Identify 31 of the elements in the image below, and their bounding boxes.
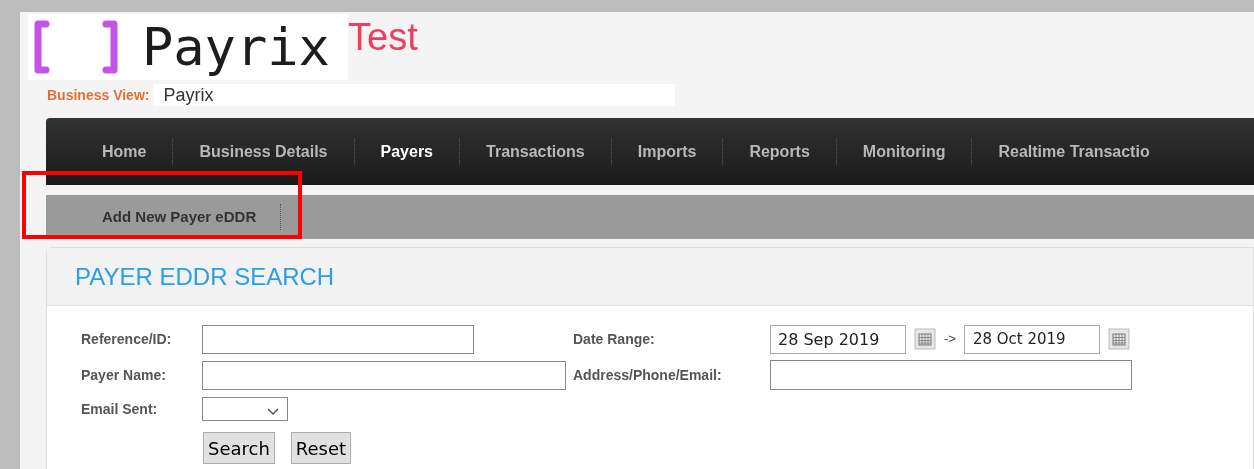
brackets-icon [32,20,120,74]
nav-tab[interactable]: Imports [611,139,723,164]
form-button[interactable]: Search [203,432,275,464]
field-label: Email Sent: [81,399,159,419]
business-view-field[interactable]: Payrix [153,84,676,106]
subnav-link[interactable]: Add New Payer eDDR [102,205,281,229]
chevron-down-icon [267,408,279,416]
email-sent-dropdown[interactable] [202,397,288,421]
field-label: Address/Phone/Email: [573,365,723,385]
payer-name-field[interactable] [202,360,566,390]
field-label: Reference/ID: [81,329,173,349]
nav-tab[interactable]: Realtime Transactio [972,139,1176,164]
date-separator: -> [944,330,956,349]
date-to-field[interactable]: 28 Oct 2019 [963,324,1100,354]
nav-tab[interactable]: Home [76,139,173,164]
panel-title: PAYER EDDR SEARCH [75,261,335,292]
field-label: Date Range: [573,329,656,349]
nav-tab[interactable]: Monitoring [836,139,972,164]
reference-field[interactable] [202,324,474,354]
address-field[interactable] [770,360,1132,390]
calendar-icon[interactable] [1107,328,1130,350]
business-view-label: Business View: [47,85,150,105]
field-label: Payer Name: [81,365,167,385]
form-button[interactable]: Reset [290,432,352,464]
environment-label: Test [348,18,418,56]
nav-tab[interactable]: Transactions [460,139,611,164]
date-from-field[interactable]: 28 Sep 2019 [770,324,906,354]
nav-tab[interactable]: Business Details [173,139,354,164]
calendar-icon[interactable] [914,328,936,350]
nav-tab[interactable]: Reports [723,139,836,164]
nav-tab[interactable]: Payers [354,139,459,164]
